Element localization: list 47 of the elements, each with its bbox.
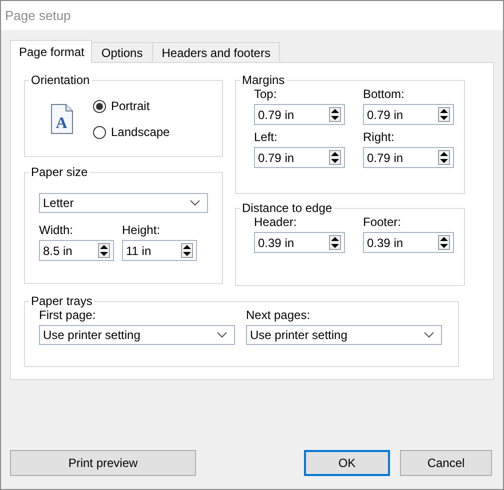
field-label: Width: [39, 223, 74, 238]
spin-buttons[interactable] [329, 235, 341, 250]
spin-field[interactable]: 0.79 in [363, 104, 454, 125]
chevron-down-icon [190, 200, 200, 206]
spin-buttons[interactable] [438, 150, 450, 165]
chevron-down-icon [217, 332, 227, 338]
field-label: Top: [254, 87, 278, 102]
group-title: Margins [241, 73, 286, 87]
dialog-button[interactable]: OK [304, 450, 390, 476]
spin-field[interactable]: 0.39 in [363, 232, 454, 253]
field-label: Header: [254, 215, 298, 230]
field-label: Right: [363, 130, 396, 145]
dialog-button[interactable]: Cancel [400, 450, 492, 476]
tab[interactable]: Options [91, 42, 153, 62]
spin-field[interactable]: 0.39 in [254, 232, 345, 253]
radio-option[interactable]: Portrait [93, 99, 170, 113]
field-label: Footer: [363, 215, 402, 230]
spin-buttons[interactable] [329, 107, 341, 122]
group-title: Paper size [30, 165, 89, 179]
tab[interactable]: Headers and footers [152, 42, 280, 62]
tray-dropdown[interactable]: Use printer setting [39, 325, 235, 345]
dialog-button[interactable]: Print preview [10, 450, 196, 476]
radio-option[interactable]: Landscape [93, 125, 170, 139]
chevron-down-icon [424, 332, 434, 338]
tray-dropdown[interactable]: Use printer setting [246, 325, 442, 345]
page-letter-icon: A [51, 104, 73, 134]
field-label: First page: [39, 308, 97, 323]
spin-field[interactable]: 0.79 in [254, 104, 345, 125]
spin-buttons[interactable] [329, 150, 341, 165]
tab[interactable]: Page format [10, 40, 92, 63]
group-title: Orientation [30, 73, 91, 87]
spin-buttons[interactable] [181, 243, 193, 258]
field-label: Height: [122, 223, 162, 238]
field-label: Next pages: [246, 308, 312, 323]
spin-field[interactable]: 0.79 in [254, 147, 345, 168]
field-label: Bottom: [363, 87, 406, 102]
window-title: Page setup [5, 8, 71, 23]
spin-field[interactable]: 8.5 in [39, 240, 114, 261]
field-label: Left: [254, 130, 278, 145]
spin-field[interactable]: 11 in [122, 240, 197, 261]
group-title: Paper trays [30, 294, 94, 308]
spin-buttons[interactable] [438, 235, 450, 250]
spin-buttons[interactable] [438, 107, 450, 122]
paper-size-dropdown[interactable]: Letter [39, 193, 208, 213]
spin-buttons[interactable] [98, 243, 110, 258]
group-title: Distance to edge [241, 201, 334, 215]
spin-field[interactable]: 0.79 in [363, 147, 454, 168]
